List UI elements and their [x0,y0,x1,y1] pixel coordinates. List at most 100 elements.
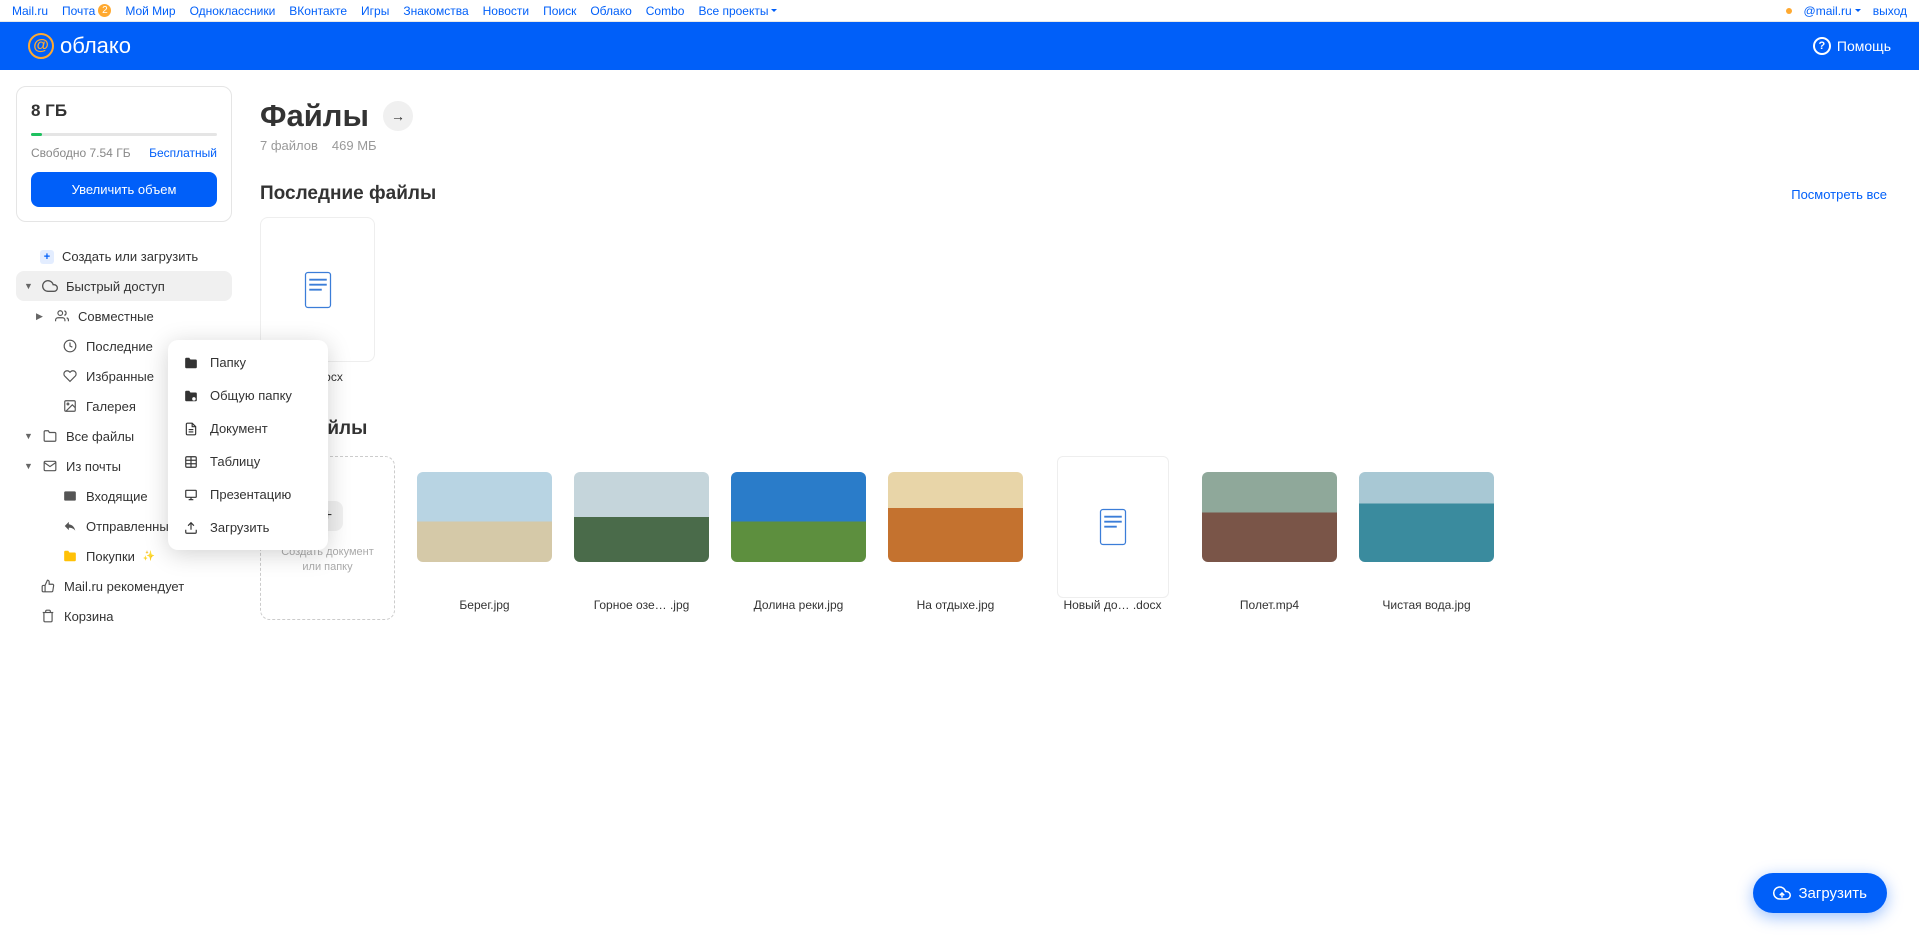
sidebar-trash[interactable]: Корзина [16,601,232,631]
image-icon [62,398,78,414]
forward-button[interactable]: → [383,101,413,131]
sidebar-quick-access[interactable]: ▼ Быстрый доступ [16,271,232,301]
storage-bar [31,133,217,136]
files-grid: + Создать документ или папку Берег.jpg Г… [260,456,1887,620]
mail-badge: 2 [98,4,111,17]
topnav-link-mail[interactable]: Почта2 [62,4,111,18]
topnav-link[interactable]: Mail.ru [12,4,48,18]
topnav-left: Mail.ru Почта2 Мой Мир Одноклассники ВКо… [12,4,777,18]
file-tile[interactable]: Долина реки.jpg [731,456,866,620]
plus-icon: + [40,250,54,264]
cloud-icon [42,278,58,294]
file-tile[interactable]: Чистая вода.jpg [1359,456,1494,620]
presentation-icon [184,488,198,502]
logo-icon: @ [28,33,54,59]
file-name: Долина реки.jpg [731,598,866,612]
topnav-link[interactable]: Мой Мир [125,4,175,18]
document-icon [184,422,198,436]
topnav-link[interactable]: Одноклассники [190,4,276,18]
topnav-link[interactable]: Поиск [543,4,576,18]
topnav-link[interactable]: Игры [361,4,389,18]
topnav-link[interactable]: Combo [646,4,685,18]
file-name: Новый до… .docx [1045,598,1180,612]
create-menu: Папку Общую папку Документ Таблицу Презе… [168,340,328,550]
folder-icon [62,548,78,564]
page-stats: 7 файлов469 МБ [260,138,1887,153]
topnav-link[interactable]: Знакомства [403,4,468,18]
chevron-down-icon: ▼ [24,461,34,471]
logo-text: облако [60,33,131,59]
chevron-down-icon: ▼ [24,281,34,291]
upload-fab[interactable]: Загрузить [1753,873,1888,913]
logo[interactable]: @ облако [28,33,131,59]
file-tile[interactable]: Новый до… .docx [1045,456,1180,620]
help-icon: ? [1813,37,1831,55]
recent-files-row: о… .docx [260,217,1887,384]
image-thumbnail [888,472,1023,562]
cloud-upload-icon [1773,884,1791,902]
file-tile[interactable]: Горное озе… .jpg [574,456,709,620]
sparkle-icon: ✨ [143,551,155,562]
menu-item-folder[interactable]: Папку [168,346,328,379]
image-thumbnail [574,472,709,562]
view-all-link[interactable]: Посмотреть все [1791,187,1887,202]
sidebar-recommends[interactable]: Mail.ru рекомендует [16,571,232,601]
file-tile[interactable]: На отдыхе.jpg [888,456,1023,620]
image-thumbnail [417,472,552,562]
file-name: Полет.mp4 [1202,598,1337,612]
image-thumbnail [1359,472,1494,562]
file-name: На отдыхе.jpg [888,598,1023,612]
storage-size: 8 ГБ [31,101,217,121]
topnav-link[interactable]: Новости [483,4,529,18]
topnav: Mail.ru Почта2 Мой Мир Одноклассники ВКо… [0,0,1919,22]
menu-item-table[interactable]: Таблицу [168,445,328,478]
file-name: Чистая вода.jpg [1359,598,1494,612]
chevron-down-icon [771,9,777,15]
file-name: Берег.jpg [417,598,552,612]
sidebar-create[interactable]: + Создать или загрузить [16,242,232,271]
storage-plan[interactable]: Бесплатный [149,146,217,160]
image-thumbnail [731,472,866,562]
topnav-link-projects[interactable]: Все проекты [698,4,777,18]
arrow-right-icon: → [391,108,405,124]
heart-icon [62,368,78,384]
file-name: Горное озе… .jpg [574,598,709,612]
logout-link[interactable]: выход [1873,4,1907,18]
upload-icon [184,521,198,535]
chevron-down-icon: ▼ [24,431,34,441]
chevron-down-icon [1855,9,1861,15]
file-tile[interactable]: Берег.jpg [417,456,552,620]
mail-icon [42,458,58,474]
account-email[interactable]: @mail.ru [1804,4,1861,18]
menu-item-shared-folder[interactable]: Общую папку [168,379,328,412]
help-link[interactable]: ? Помощь [1813,37,1891,55]
page-title: Файлы [260,98,369,134]
clock-icon [62,338,78,354]
sidebar-shared[interactable]: ▶ Совместные [16,301,232,331]
thumbs-up-icon [40,578,56,594]
reply-icon [62,518,78,534]
menu-item-document[interactable]: Документ [168,412,328,445]
file-tile[interactable]: Полет.mp4 [1202,456,1337,620]
upgrade-button[interactable]: Увеличить объем [31,172,217,207]
all-files-section-title: Все файлы [260,418,1887,440]
recent-section-title: Последние файлы [260,183,436,205]
users-icon [54,308,70,324]
topnav-right: @mail.ru выход [1786,4,1907,18]
topnav-link[interactable]: Облако [590,4,631,18]
topnav-link[interactable]: ВКонтакте [289,4,347,18]
chevron-right-icon: ▶ [36,311,46,322]
menu-item-presentation[interactable]: Презентацию [168,478,328,511]
menu-item-upload[interactable]: Загрузить [168,511,328,544]
video-thumbnail [1202,472,1337,562]
folder-icon [184,356,198,370]
table-icon [184,455,198,469]
status-dot-icon [1786,8,1792,14]
folder-icon [42,428,58,444]
trash-icon [40,608,56,624]
app-header: @ облако ? Помощь [0,22,1919,70]
main-content: Файлы → 7 файлов469 МБ Последние файлы П… [248,70,1919,648]
shared-folder-icon [184,389,198,403]
doc-thumbnail [1057,456,1169,598]
storage-free: Свободно 7.54 ГБ [31,146,131,160]
